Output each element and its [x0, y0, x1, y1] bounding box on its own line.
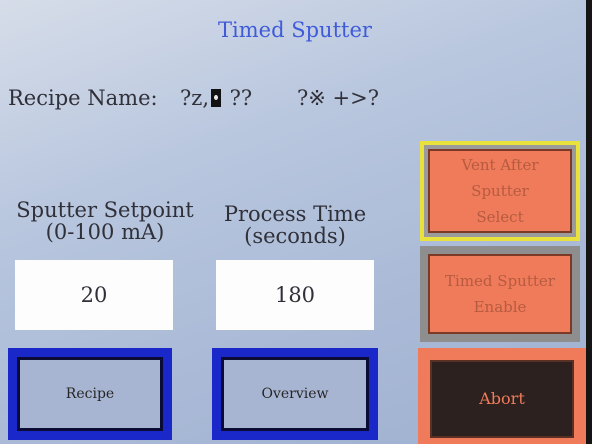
text-cursor-icon	[211, 89, 221, 107]
vent-label-line1: Vent After	[461, 156, 539, 174]
timed-sputter-face: Timed Sputter Enable	[428, 254, 572, 334]
recipe-button-label: Recipe	[17, 357, 163, 431]
abort-label: Abort	[479, 389, 525, 408]
abort-button[interactable]: Abort	[418, 348, 586, 444]
sputter-setpoint-input[interactable]: 20	[15, 260, 173, 330]
abort-face: Abort	[430, 360, 574, 438]
timed-sputter-enable-button[interactable]: Timed Sputter Enable	[420, 246, 580, 342]
process-time-label-line2: (seconds)	[244, 224, 346, 248]
hmi-screen: Timed Sputter Recipe Name: ?z, ?? ?※ +>?…	[0, 0, 586, 444]
recipe-name-field[interactable]: ?z, ??	[180, 86, 252, 110]
process-time-input[interactable]: 180	[216, 260, 374, 330]
vent-after-sputter-face: Vent After Sputter Select	[428, 149, 572, 233]
overview-button-label: Overview	[221, 357, 369, 431]
recipe-name-value-tail: ?※ +>?	[297, 86, 379, 110]
vent-label-line3: Select	[476, 208, 524, 226]
screen-bezel	[586, 0, 592, 444]
timed-label-line1: Timed Sputter	[445, 272, 555, 290]
sputter-setpoint-label-line1: Sputter Setpoint	[16, 198, 194, 222]
recipe-name-label: Recipe Name:	[8, 86, 158, 110]
page-title: Timed Sputter	[218, 18, 372, 42]
sputter-setpoint-label: Sputter Setpoint (0-100 mA)	[10, 199, 200, 243]
process-time-label: Process Time (seconds)	[210, 203, 380, 247]
recipe-button[interactable]: Recipe	[8, 348, 172, 440]
process-time-label-line1: Process Time	[223, 202, 367, 226]
recipe-name-value-start: ?z,	[180, 86, 209, 110]
overview-button[interactable]: Overview	[212, 348, 378, 440]
sputter-setpoint-label-line2: (0-100 mA)	[45, 220, 165, 244]
vent-label-line2: Sputter	[471, 182, 529, 200]
timed-label-line2: Enable	[473, 298, 527, 316]
recipe-name-value-end: ??	[223, 86, 253, 110]
vent-after-sputter-button[interactable]: Vent After Sputter Select	[420, 141, 580, 241]
